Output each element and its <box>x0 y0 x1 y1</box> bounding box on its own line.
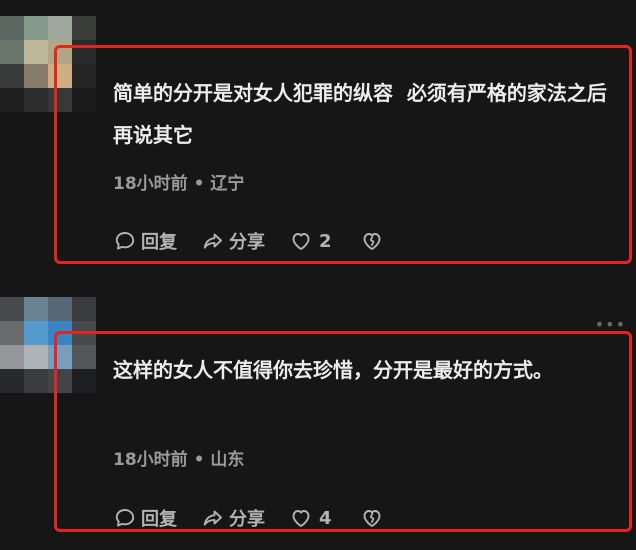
heart-icon <box>292 510 310 527</box>
avatar-mosaic-cell <box>72 369 96 393</box>
heart-icon <box>292 233 310 250</box>
avatar-mosaic-cell <box>24 321 48 345</box>
avatar-mosaic-cell <box>24 64 48 88</box>
avatar-mosaic-cell <box>24 369 48 393</box>
avatar-mosaic-cell <box>0 345 24 369</box>
avatar-mosaic-cell <box>48 297 72 321</box>
like-count: 4 <box>319 507 332 529</box>
comment-meta: 18小时前 • 山东 <box>113 445 244 470</box>
avatar[interactable] <box>0 297 96 393</box>
avatar-mosaic-cell <box>48 16 72 40</box>
avatar-mosaic-cell <box>24 345 48 369</box>
comment-item: 简单的分开是对女人犯罪的纵容 必须有严格的家法之后再说其它 18小时前 • 辽宁… <box>0 0 636 290</box>
comment-text: 简单的分开是对女人犯罪的纵容 必须有严格的家法之后再说其它 <box>113 81 607 147</box>
avatar-mosaic-cell <box>24 297 48 321</box>
reply-button[interactable]: 回复 <box>113 505 177 531</box>
avatar-mosaic-cell <box>72 297 96 321</box>
avatar-mosaic-cell <box>24 88 48 112</box>
avatar-mosaic-cell <box>48 369 72 393</box>
dislike-button[interactable] <box>360 229 388 253</box>
broken-heart-icon <box>363 510 380 527</box>
avatar-mosaic-cell <box>0 40 24 64</box>
comment-text: 这样的女人不值得你去珍惜，分开是最好的方式。 <box>113 358 553 382</box>
avatar-mosaic-cell <box>24 40 48 64</box>
avatar-mosaic-cell <box>72 64 96 88</box>
meta-separator: • <box>193 174 211 194</box>
comment-location: 山东 <box>210 450 245 470</box>
avatar-mosaic-cell <box>48 321 72 345</box>
avatar-mosaic-cell <box>0 16 24 40</box>
share-button[interactable]: 分享 <box>201 505 265 531</box>
avatar-mosaic-cell <box>0 297 24 321</box>
reply-bubble-icon <box>115 232 135 250</box>
avatar-mosaic-cell <box>48 345 72 369</box>
avatar-mosaic-cell <box>0 321 24 345</box>
comment-actions: 回复 分享 4 <box>113 505 412 531</box>
avatar-mosaic-cell <box>48 88 72 112</box>
comment-actions: 回复 分享 2 <box>113 228 412 254</box>
comment-time: 18小时前 <box>113 174 188 194</box>
share-arrow-icon <box>203 233 222 249</box>
meta-separator: • <box>193 450 211 470</box>
avatar-mosaic-cell <box>72 40 96 64</box>
avatar-mosaic-cell <box>72 345 96 369</box>
like-button[interactable]: 2 <box>289 229 332 253</box>
avatar[interactable] <box>0 16 96 112</box>
reply-label: 回复 <box>141 232 177 253</box>
comment-location: 辽宁 <box>210 174 245 194</box>
avatar-mosaic-cell <box>0 88 24 112</box>
avatar-mosaic-cell <box>0 64 24 88</box>
broken-heart-icon <box>363 233 380 250</box>
like-button[interactable]: 4 <box>289 506 332 530</box>
comment-time: 18小时前 <box>113 450 188 470</box>
avatar-mosaic-cell <box>0 369 24 393</box>
share-button[interactable]: 分享 <box>201 228 265 254</box>
reply-bubble-icon <box>115 509 135 527</box>
avatar-mosaic-cell <box>72 321 96 345</box>
reply-label: 回复 <box>141 509 177 530</box>
comment-item: ••• 这样的女人不值得你去珍惜，分开是最好的方式。 18小时前 • 山东 回复… <box>0 285 636 550</box>
avatar-mosaic-cell <box>24 16 48 40</box>
comment-meta: 18小时前 • 辽宁 <box>113 169 244 194</box>
avatar-mosaic-cell <box>72 88 96 112</box>
share-arrow-icon <box>203 510 222 526</box>
avatar-mosaic-cell <box>72 16 96 40</box>
dislike-button[interactable] <box>360 506 388 530</box>
share-label: 分享 <box>229 232 265 253</box>
avatar-mosaic-cell <box>48 40 72 64</box>
like-count: 2 <box>319 230 332 252</box>
share-label: 分享 <box>229 509 265 530</box>
avatar-mosaic-cell <box>48 64 72 88</box>
more-dots-icon[interactable]: ••• <box>595 315 626 334</box>
reply-button[interactable]: 回复 <box>113 228 177 254</box>
